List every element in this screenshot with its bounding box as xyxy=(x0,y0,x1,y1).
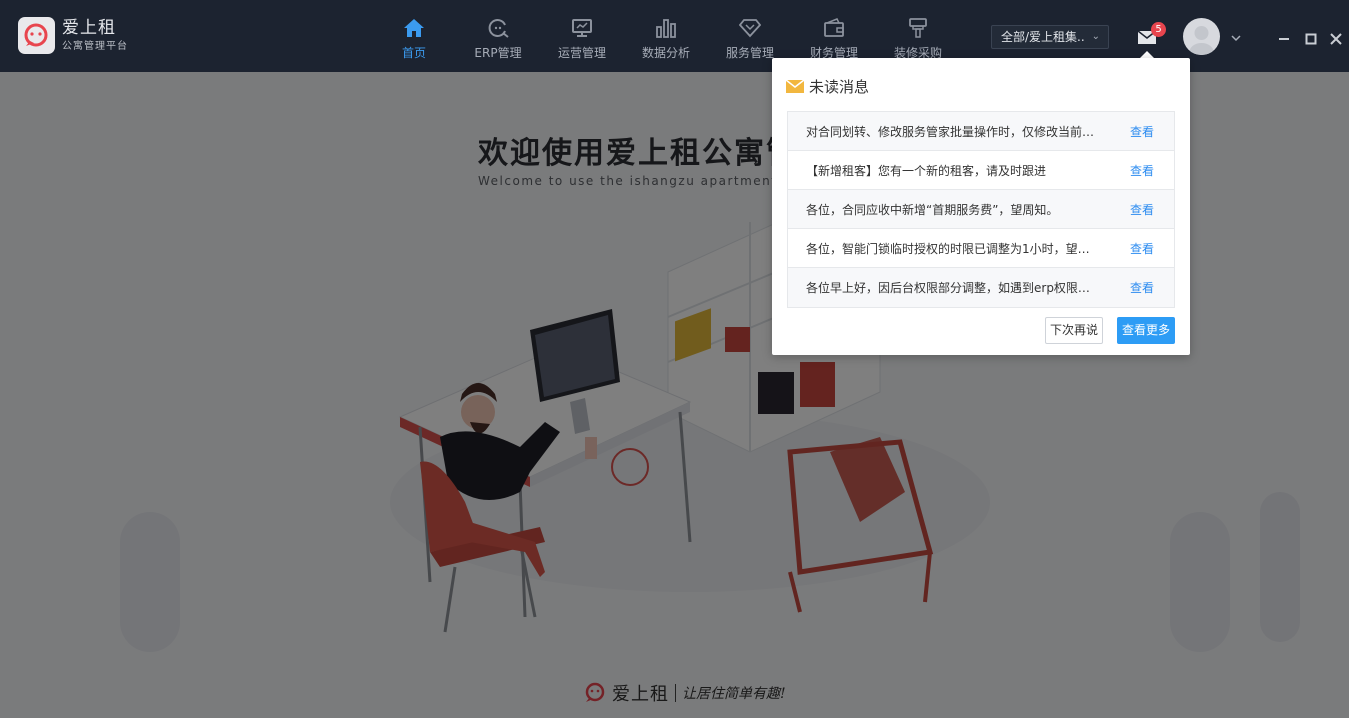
view-link[interactable]: 查看 xyxy=(1130,162,1154,179)
list-item: 各位，合同应收中新增“首期服务费”，望周知。 查看 xyxy=(788,190,1174,229)
popup-header: 未读消息 xyxy=(786,76,869,96)
list-item: 各位早上好，因后台权限部分调整，如遇到erp权限… 查看 xyxy=(788,268,1174,307)
popup-title: 未读消息 xyxy=(809,77,870,96)
bar-chart-icon xyxy=(653,15,679,41)
brand-logo[interactable] xyxy=(18,17,55,54)
list-item: 各位，智能门锁临时授权的时限已调整为1小时，望… 查看 xyxy=(788,229,1174,268)
user-icon xyxy=(1189,26,1214,55)
brand-name: 爱上租 xyxy=(62,18,116,38)
later-button[interactable]: 下次再说 xyxy=(1045,317,1103,344)
envelope-icon xyxy=(786,79,804,93)
unread-messages-popup: 未读消息 对合同划转、修改服务管家批量操作时，仅修改当前… 查看 【新增租客】您… xyxy=(772,58,1190,355)
nav-item-erp[interactable]: ERP管理 xyxy=(456,0,540,72)
message-text: 各位，合同应收中新增“首期服务费”，望周知。 xyxy=(806,202,1059,217)
paint-roller-icon xyxy=(905,15,931,41)
view-link[interactable]: 查看 xyxy=(1130,279,1154,296)
nav-item-operations[interactable]: 运营管理 xyxy=(540,0,624,72)
logo-icon xyxy=(24,23,48,47)
view-more-button[interactable]: 查看更多 xyxy=(1117,317,1175,344)
minimize-icon[interactable] xyxy=(1278,30,1290,42)
nav-item-home[interactable]: 首页 xyxy=(372,0,456,72)
avatar[interactable] xyxy=(1183,18,1220,55)
store-select-value: 全部/爱上租集.. xyxy=(1001,30,1085,44)
message-text: 各位早上好，因后台权限部分调整，如遇到erp权限… xyxy=(806,281,1090,295)
message-text: 【新增租客】您有一个新的租客，请及时跟进 xyxy=(806,163,1047,178)
message-text: 对合同划转、修改服务管家批量操作时，仅修改当前… xyxy=(806,124,1095,139)
chevron-down-icon: ⌄ xyxy=(1091,31,1100,42)
nav-label: ERP管理 xyxy=(474,46,522,60)
unread-badge: 5 xyxy=(1151,22,1166,37)
erp-icon xyxy=(485,15,511,41)
list-item: 对合同划转、修改服务管家批量操作时，仅修改当前… 查看 xyxy=(788,112,1174,151)
wallet-icon xyxy=(821,15,847,41)
nav-label: 运营管理 xyxy=(557,46,606,60)
message-list: 对合同划转、修改服务管家批量操作时，仅修改当前… 查看 【新增租客】您有一个新的… xyxy=(787,111,1175,308)
maximize-icon[interactable] xyxy=(1305,30,1317,45)
brand-subtitle: 公寓管理平台 xyxy=(62,41,128,52)
view-link[interactable]: 查看 xyxy=(1130,240,1154,257)
home-icon xyxy=(401,15,427,41)
view-link[interactable]: 查看 xyxy=(1130,123,1154,140)
list-item: 【新增租客】您有一个新的租客，请及时跟进 查看 xyxy=(788,151,1174,190)
monitor-icon xyxy=(569,15,595,41)
diamond-icon xyxy=(737,15,763,41)
view-link[interactable]: 查看 xyxy=(1130,201,1154,218)
nav-label: 数据分析 xyxy=(641,46,690,60)
nav-item-data-analysis[interactable]: 数据分析 xyxy=(624,0,708,72)
message-text: 各位，智能门锁临时授权的时限已调整为1小时，望… xyxy=(806,241,1090,256)
nav-label: 服务管理 xyxy=(725,46,774,60)
nav-label: 首页 xyxy=(401,46,426,60)
close-icon[interactable] xyxy=(1330,30,1342,45)
store-select[interactable]: 全部/爱上租集.. ⌄ xyxy=(991,25,1109,49)
chevron-down-icon[interactable] xyxy=(1230,29,1242,42)
